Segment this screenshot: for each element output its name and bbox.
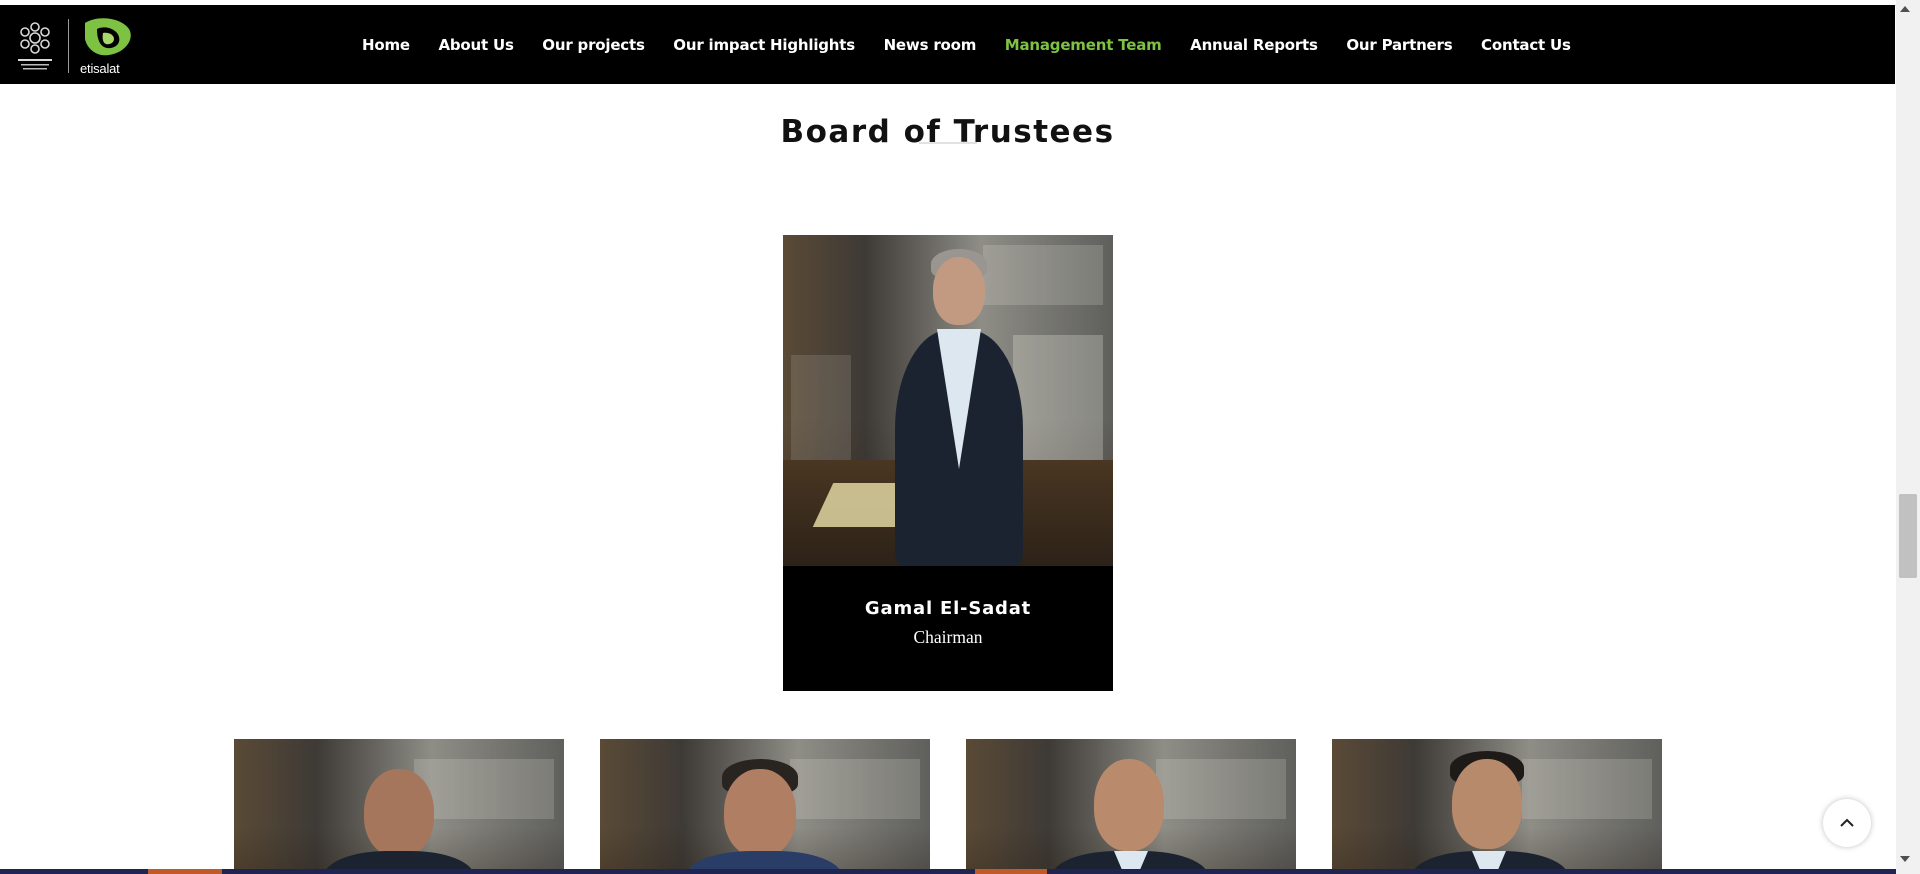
foundation-seal-logo <box>12 18 58 74</box>
section-title: Board of Trustees <box>780 113 1115 150</box>
nav-management-team[interactable]: Management Team <box>1005 36 1162 54</box>
member-role: Chairman <box>913 627 983 647</box>
primary-nav: Home About Us Our projects Our impact Hi… <box>362 5 1599 84</box>
back-to-top-button[interactable] <box>1823 799 1871 847</box>
bottom-accent-segment <box>975 869 1047 874</box>
member-card[interactable] <box>234 739 564 874</box>
nav-our-partners[interactable]: Our Partners <box>1346 36 1452 54</box>
member-caption: Gamal El-Sadat Chairman <box>783 566 1113 691</box>
title-underline <box>919 142 977 144</box>
bottom-accent-bar <box>0 869 1896 874</box>
member-photo <box>783 235 1113 566</box>
brand-logo[interactable]: etisalat <box>12 15 135 77</box>
member-name: Gamal El-Sadat <box>864 598 1032 619</box>
member-card[interactable] <box>1332 739 1662 874</box>
etisalat-logo: etisalat <box>79 15 135 77</box>
scroll-down-arrow[interactable] <box>1900 856 1910 862</box>
nav-annual-reports[interactable]: Annual Reports <box>1190 36 1318 54</box>
member-photo <box>966 739 1296 874</box>
member-photo <box>600 739 930 874</box>
nav-contact-us[interactable]: Contact Us <box>1481 36 1571 54</box>
member-photo <box>234 739 564 874</box>
nav-about-us[interactable]: About Us <box>438 36 513 54</box>
chevron-up-icon <box>1840 818 1854 827</box>
bottom-accent-segment <box>148 869 222 874</box>
etisalat-wordmark: etisalat <box>80 61 120 76</box>
scroll-thumb[interactable] <box>1899 494 1917 578</box>
member-card[interactable] <box>966 739 1296 874</box>
nav-impact-highlights[interactable]: Our impact Highlights <box>673 36 855 54</box>
nav-home[interactable]: Home <box>362 36 410 54</box>
member-photo <box>1332 739 1662 874</box>
member-card[interactable] <box>600 739 930 874</box>
nav-news-room[interactable]: News room <box>884 36 977 54</box>
page-scrollbar[interactable] <box>1896 0 1920 874</box>
featured-member-card[interactable]: Gamal El-Sadat Chairman <box>783 235 1113 691</box>
main-navbar: etisalat Home About Us Our projects Our … <box>0 5 1895 84</box>
scroll-up-arrow[interactable] <box>1900 6 1910 12</box>
nav-our-projects[interactable]: Our projects <box>542 36 645 54</box>
logo-divider <box>68 19 69 73</box>
